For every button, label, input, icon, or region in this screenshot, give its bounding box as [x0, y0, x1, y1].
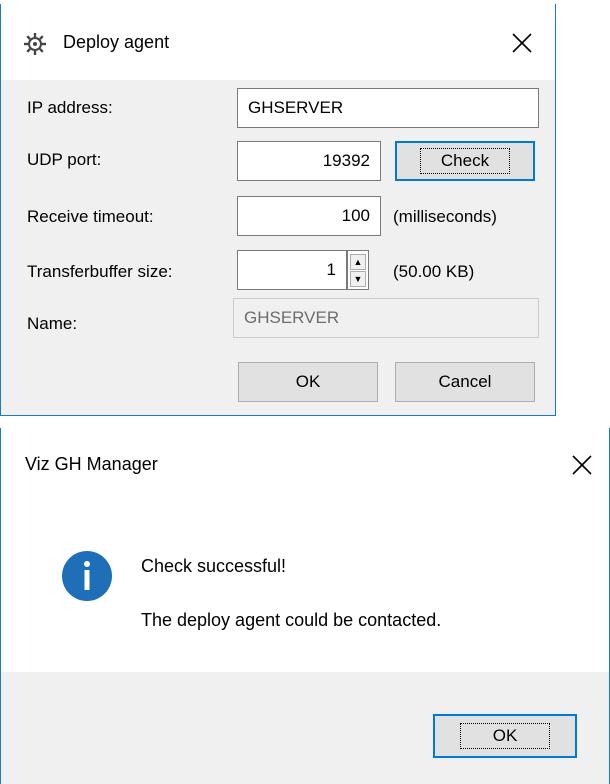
close-icon[interactable] [507, 28, 537, 58]
transferbuffer-size-input[interactable]: 1 [237, 250, 347, 290]
title-bar: Viz GH Manager [1, 428, 609, 504]
ok-button[interactable]: OK [238, 362, 378, 402]
message-content: Check successful! The deploy agent could… [1, 504, 609, 672]
message-body: The deploy agent could be contacted. [141, 610, 442, 630]
timeout-unit-label: (milliseconds) [393, 207, 497, 226]
message-title: Check successful! [141, 556, 287, 576]
buffer-unit-label: (50.00 KB) [393, 262, 475, 281]
ok-button[interactable]: OK [433, 714, 577, 758]
ok-button-label: OK [459, 723, 551, 749]
udp-port-input[interactable]: 19392 [237, 141, 381, 181]
cancel-button[interactable]: Cancel [395, 362, 535, 402]
arrow-up-icon[interactable]: ▲ [350, 254, 366, 270]
check-button-label: Check [419, 148, 511, 174]
ip-address-label: IP address: [27, 98, 113, 117]
info-icon [61, 550, 113, 602]
buffer-spinner: ▲ ▼ [347, 250, 369, 290]
title-bar: Deploy agent [1, 4, 555, 80]
arrow-down-icon[interactable]: ▼ [350, 271, 366, 287]
close-icon[interactable] [567, 450, 597, 480]
ip-address-input[interactable]: GHSERVER [237, 88, 539, 128]
message-dialog: Viz GH Manager Check successful! The dep… [0, 428, 610, 784]
deploy-agent-dialog: Deploy agent IP address: GHSERVER UDP po… [0, 4, 556, 416]
check-button[interactable]: Check [395, 141, 535, 181]
name-input: GHSERVER [233, 298, 539, 338]
gear-icon [23, 32, 47, 56]
name-label: Name: [27, 314, 78, 333]
receive-timeout-input[interactable]: 100 [237, 196, 381, 236]
dialog-title: Deploy agent [63, 32, 170, 52]
receive-timeout-label: Receive timeout: [27, 207, 154, 226]
transferbuffer-size-label: Transferbuffer size: [27, 262, 173, 281]
dialog-title: Viz GH Manager [25, 454, 158, 474]
udp-port-label: UDP port: [27, 150, 102, 169]
